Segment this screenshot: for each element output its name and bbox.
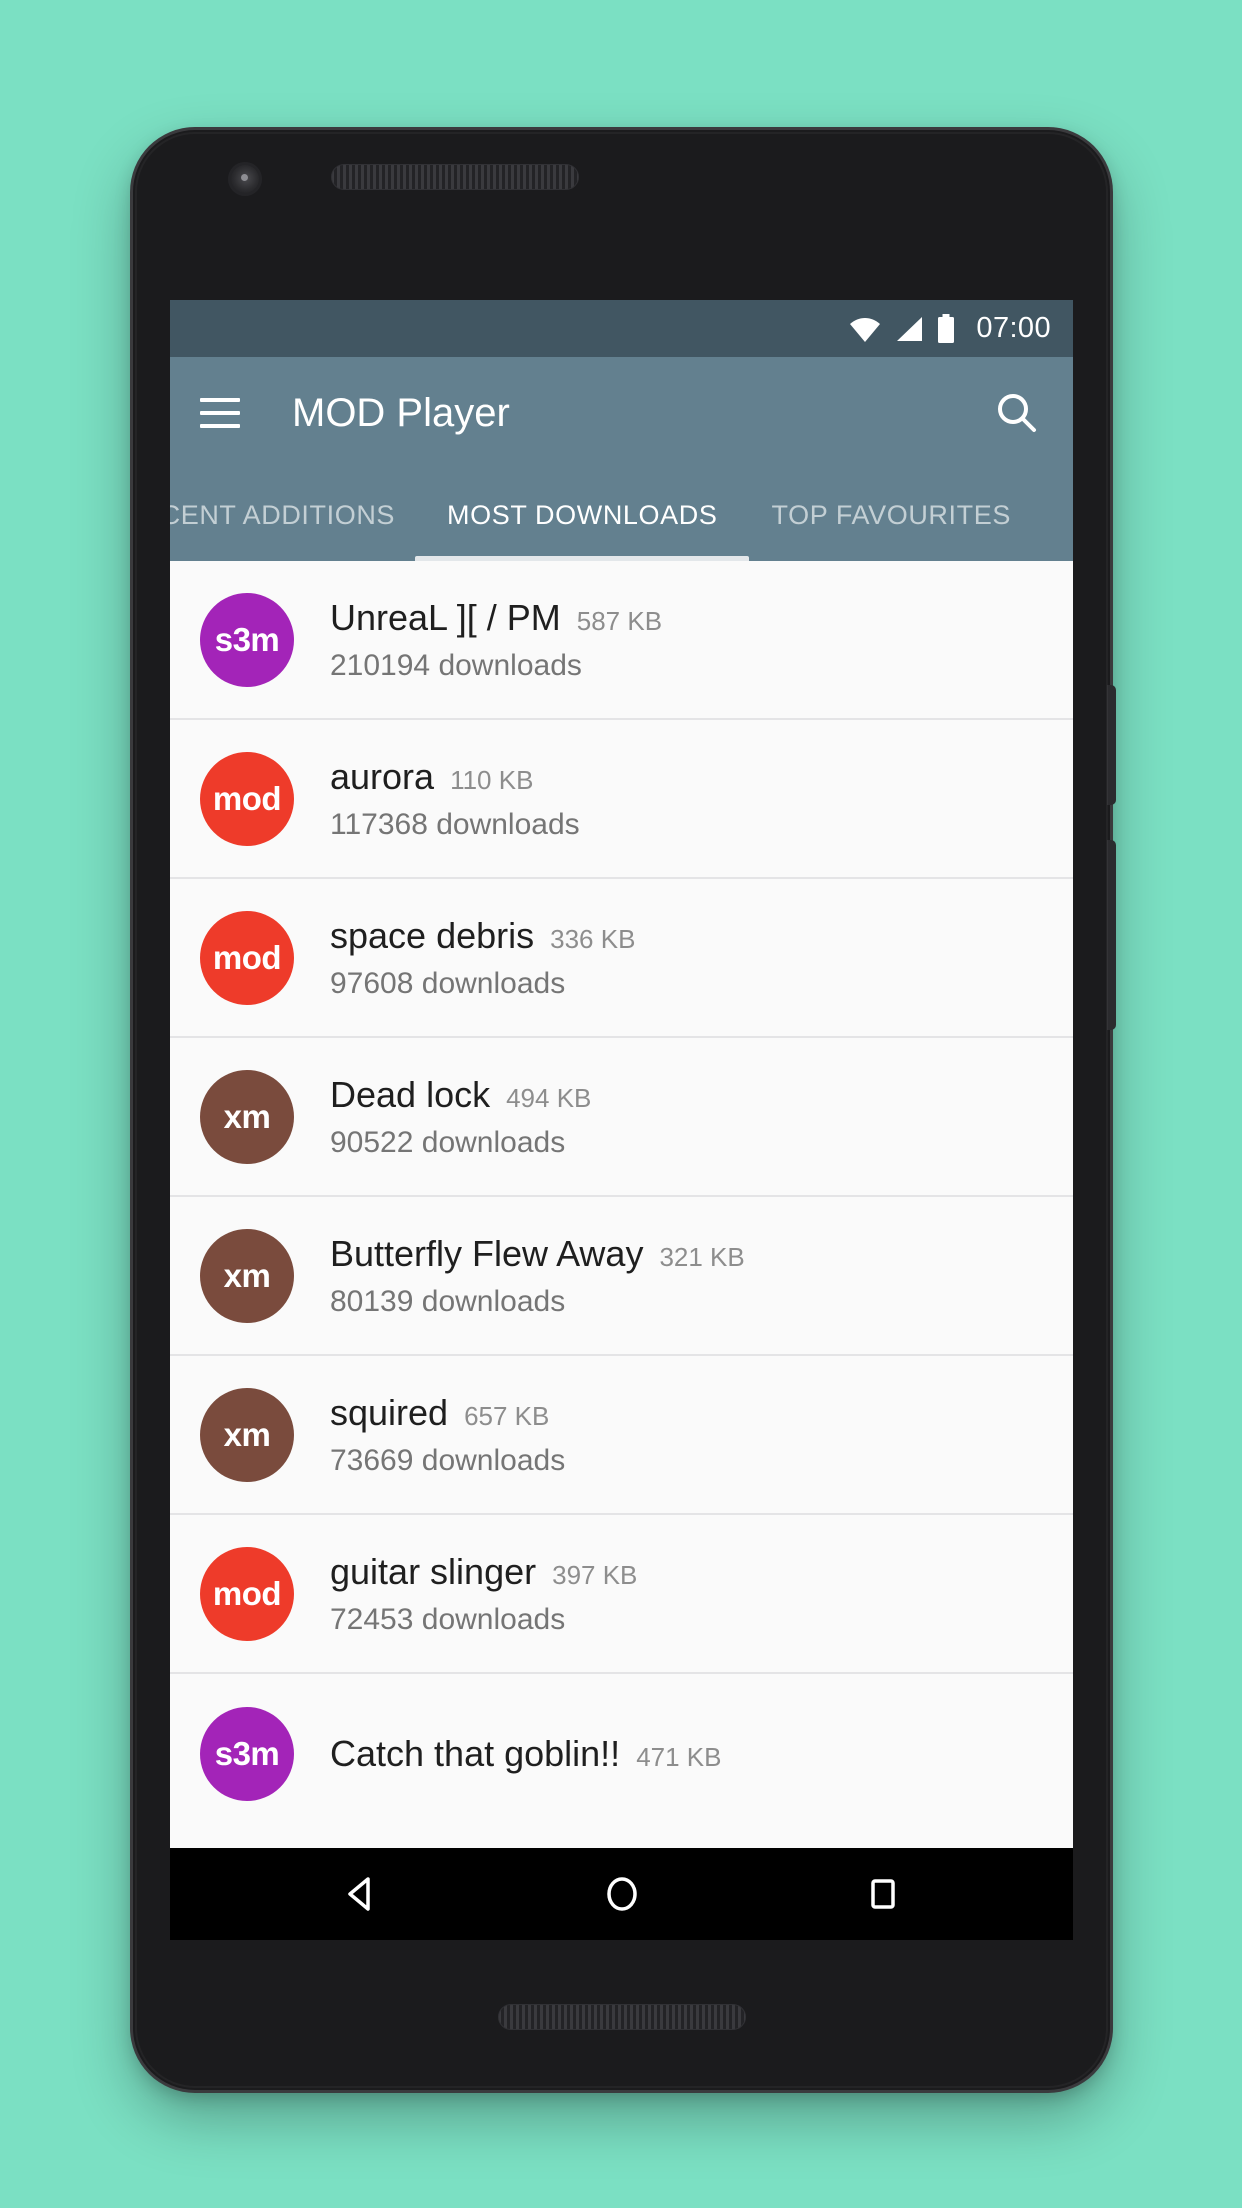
list-item-title: squired xyxy=(330,1391,449,1433)
list-item-title: UnreaL ][ / PM xyxy=(330,596,561,638)
app-bar: MOD Player xyxy=(170,357,1073,469)
list-item-title: Dead lock xyxy=(330,1073,491,1115)
power-button[interactable] xyxy=(1107,685,1116,805)
page-title: MOD Player xyxy=(292,390,510,435)
list-item-text: UnreaL ][ / PM 587 KB 210194 downloads xyxy=(330,597,1073,683)
list-item[interactable]: xm Butterfly Flew Away 321 KB 80139 downloa… xyxy=(170,1197,1073,1356)
list-item-title: Butterfly Flew Away xyxy=(330,1232,644,1274)
list-item[interactable]: s3m UnreaL ][ / PM 587 KB 210194 downloads xyxy=(170,561,1073,720)
cellular-signal-icon xyxy=(894,315,924,343)
tab-top-favourites[interactable]: TOP FAVOURITES xyxy=(749,469,1073,561)
tab-recent-additions[interactable]: ECENT ADDITIONS xyxy=(170,469,415,561)
recents-square-icon[interactable] xyxy=(847,1858,919,1930)
list-item-filesize: 494 KB xyxy=(506,1082,592,1113)
list-item-text: space debris 336 KB 97608 downloads xyxy=(330,915,1073,1001)
list-item-filesize: 471 KB xyxy=(636,1741,722,1772)
list-item-primary-line: Dead lock 494 KB xyxy=(330,1074,1073,1116)
list-item-primary-line: Catch that goblin!! 471 KB xyxy=(330,1733,1073,1775)
list-item-filesize: 336 KB xyxy=(550,923,636,954)
phone-frame: 07:00 MOD Player ECENT ADDITIONS MOST DO… xyxy=(133,130,1116,2090)
list-item-downloads: 80139 downloads xyxy=(330,1284,566,1318)
list-item-text: Dead lock 494 KB 90522 downloads xyxy=(330,1074,1073,1160)
list-item-title: space debris xyxy=(330,914,535,956)
status-bar: 07:00 xyxy=(170,300,1073,357)
format-badge-avatar: mod xyxy=(200,910,294,1005)
tab-bar: ECENT ADDITIONS MOST DOWNLOADS TOP FAVOU… xyxy=(170,469,1073,561)
song-list[interactable]: s3m UnreaL ][ / PM 587 KB 210194 downloads m… xyxy=(170,561,1073,1848)
front-camera-icon xyxy=(228,162,262,196)
format-badge-avatar: mod xyxy=(200,751,294,846)
hamburger-menu-icon[interactable] xyxy=(200,398,240,428)
list-item-filesize: 397 KB xyxy=(552,1559,638,1590)
status-bar-clock: 07:00 xyxy=(976,312,1051,344)
list-item[interactable]: xm squired 657 KB 73669 downloads xyxy=(170,1356,1073,1515)
list-item[interactable]: s3m Catch that goblin!! 471 KB xyxy=(170,1674,1073,1833)
list-item-filesize: 110 KB xyxy=(450,764,534,795)
list-item-primary-line: UnreaL ][ / PM 587 KB xyxy=(330,597,1073,639)
list-item[interactable]: mod guitar slinger 397 KB 72453 downloads xyxy=(170,1515,1073,1674)
list-item-filesize: 321 KB xyxy=(659,1241,745,1272)
bottom-speaker xyxy=(497,2004,746,2030)
list-item-downloads: 72453 downloads xyxy=(330,1602,566,1636)
list-item-title: Catch that goblin!! xyxy=(330,1732,621,1774)
format-badge-avatar: s3m xyxy=(200,1706,294,1801)
list-item-text: squired 657 KB 73669 downloads xyxy=(330,1392,1073,1478)
home-circle-icon[interactable] xyxy=(586,1858,658,1930)
list-item-primary-line: squired 657 KB xyxy=(330,1392,1073,1434)
list-item[interactable]: mod space debris 336 KB 97608 downloads xyxy=(170,879,1073,1038)
search-icon[interactable] xyxy=(991,387,1043,439)
wifi-icon xyxy=(848,315,882,343)
list-item-text: aurora 110 KB 117368 downloads xyxy=(330,756,1073,842)
list-item-downloads: 73669 downloads xyxy=(330,1443,566,1477)
battery-icon xyxy=(936,313,956,344)
list-item-primary-line: Butterfly Flew Away 321 KB xyxy=(330,1233,1073,1275)
list-item-downloads: 210194 downloads xyxy=(330,648,582,682)
format-badge-avatar: xm xyxy=(200,1228,294,1323)
list-item-title: aurora xyxy=(330,755,435,797)
tab-active-indicator xyxy=(415,556,750,561)
list-item-title: guitar slinger xyxy=(330,1550,537,1592)
volume-button[interactable] xyxy=(1107,840,1116,1030)
list-item-filesize: 657 KB xyxy=(464,1400,550,1431)
android-navigation-bar xyxy=(170,1848,1073,1940)
list-item-downloads: 117368 downloads xyxy=(330,807,580,841)
phone-screen: 07:00 MOD Player ECENT ADDITIONS MOST DO… xyxy=(170,300,1073,1940)
list-item-primary-line: guitar slinger 397 KB xyxy=(330,1551,1073,1593)
earpiece-speaker xyxy=(331,164,579,190)
list-item-text: Catch that goblin!! 471 KB xyxy=(330,1733,1073,1775)
format-badge-avatar: xm xyxy=(200,1387,294,1482)
tab-most-downloads[interactable]: MOST DOWNLOADS xyxy=(415,469,749,561)
format-badge-avatar: xm xyxy=(200,1069,294,1164)
list-item-downloads: 97608 downloads xyxy=(330,966,566,1000)
list-item-primary-line: aurora 110 KB xyxy=(330,756,1073,798)
list-item[interactable]: xm Dead lock 494 KB 90522 downloads xyxy=(170,1038,1073,1197)
list-item[interactable]: mod aurora 110 KB 117368 downloads xyxy=(170,720,1073,879)
back-triangle-icon[interactable] xyxy=(325,1858,397,1930)
list-item-downloads: 90522 downloads xyxy=(330,1125,566,1159)
list-item-text: guitar slinger 397 KB 72453 downloads xyxy=(330,1551,1073,1637)
format-badge-avatar: mod xyxy=(200,1546,294,1641)
list-item-text: Butterfly Flew Away 321 KB 80139 downloads xyxy=(330,1233,1073,1319)
format-badge-avatar: s3m xyxy=(200,592,294,687)
list-item-filesize: 587 KB xyxy=(576,605,663,636)
list-item-primary-line: space debris 336 KB xyxy=(330,915,1073,957)
